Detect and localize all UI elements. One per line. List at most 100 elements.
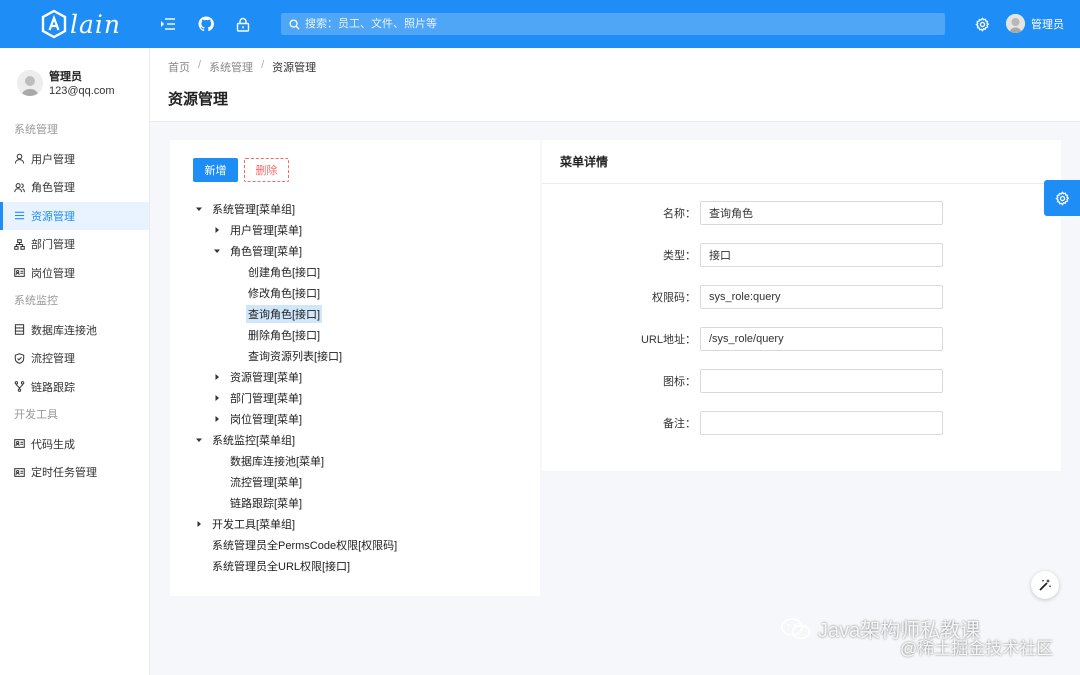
logo-text: lain [70,9,121,39]
tree-node-label[interactable]: 系统管理员全URL权限[接口] [210,557,352,575]
tree-node-label[interactable]: 链路跟踪[菜单] [228,494,304,512]
tree-node[interactable]: 数据库连接池[菜单] [170,450,540,471]
tree-node[interactable]: 系统管理员全URL权限[接口] [170,555,540,576]
sidebar-item-resources[interactable]: 资源管理 [0,201,149,230]
sidebar-item-label: 用户管理 [31,153,75,166]
form-label: 备注： [663,418,696,430]
tree-node-label[interactable]: 查询资源列表[接口] [246,347,344,365]
sidebar-item-label: 资源管理 [31,210,75,223]
sidebar-item-users[interactable]: 用户管理 [0,145,149,174]
caret-right-icon[interactable] [211,371,223,383]
resource-tree-card: 新增 删除 系统管理[菜单组] 用户管理[菜单] 角色管理[菜单] 创建角色[接口] 修… [170,140,540,596]
detail-title: 菜单详情 [542,140,1061,184]
form-label: URL地址： [640,334,696,346]
form-input[interactable] [700,243,943,267]
tree-node[interactable]: 创建角色[接口] [170,261,540,282]
tree-node-label[interactable]: 岗位管理[菜单] [228,410,304,428]
menu-icon [14,210,25,221]
sidebar-item-db-pool[interactable]: 数据库连接池 [0,316,149,345]
settings-gear-icon[interactable] [972,14,992,34]
sidebar-item-flow-control[interactable]: 流控管理 [0,344,149,373]
sidebar-item-label: 链路跟踪 [31,381,75,394]
sidebar-item-label: 部门管理 [31,239,75,252]
tree-node[interactable]: 资源管理[菜单] [170,366,540,387]
tree-node-label[interactable]: 数据库连接池[菜单] [228,452,326,470]
tree-node[interactable]: 岗位管理[菜单] [170,408,540,429]
sidebar-user-card: 管理员 123@qq.com [0,48,149,116]
tree-node-label[interactable]: 修改角色[接口] [246,284,322,302]
tree-node-label[interactable]: 开发工具[菜单组] [210,515,297,533]
sidebar-item-label: 定时任务管理 [31,467,97,480]
form-row: 备注： [542,411,1061,435]
avatar[interactable] [17,70,43,96]
tree-node[interactable]: 部门管理[菜单] [170,387,540,408]
form-input[interactable] [700,285,943,309]
settings-gear-icon [1054,190,1069,206]
top-navbar: lain 管理员 [0,0,1080,48]
tree-node-label[interactable]: 删除角色[接口] [246,326,322,344]
tree-node-label[interactable]: 系统监控[菜单组] [210,431,297,449]
breadcrumb-home[interactable]: 首页 [168,59,190,75]
tree-node-label[interactable]: 角色管理[菜单] [228,242,304,260]
caret-down-icon[interactable] [193,203,205,215]
nav-group-title: 系统监控 [14,295,58,307]
tree-node-label[interactable]: 流控管理[菜单] [228,473,304,491]
tree-node[interactable]: 链路跟踪[菜单] [170,492,540,513]
sidebar-item-positions[interactable]: 岗位管理 [0,259,149,288]
nav-group-title: 系统管理 [14,124,58,136]
tree-node-label[interactable]: 系统管理员全PermsCode权限[权限码] [210,536,399,554]
search-input[interactable] [305,18,905,30]
tree-node-label[interactable]: 部门管理[菜单] [228,389,304,407]
tree-node[interactable]: 查询角色[接口] [170,303,540,324]
sidebar-item-codegen[interactable]: 代码生成 [0,430,149,459]
tree-node-label[interactable]: 创建角色[接口] [246,263,322,281]
tree-node[interactable]: 流控管理[菜单] [170,471,540,492]
tree-node-label[interactable]: 用户管理[菜单] [228,221,304,239]
form-input[interactable] [700,201,943,225]
breadcrumb-system[interactable]: 系统管理 [209,59,253,75]
form-input[interactable] [700,411,943,435]
form-input[interactable] [700,327,943,351]
tree-node-label[interactable]: 系统管理[菜单组] [210,200,297,218]
caret-right-icon[interactable] [193,518,205,530]
page-header: 首页 / 系统管理 / 资源管理 资源管理 [150,48,1080,122]
caret-right-icon[interactable] [211,224,223,236]
tree-node-label-selected[interactable]: 查询角色[接口] [246,304,323,323]
caret-right-icon[interactable] [211,413,223,425]
sidebar: 管理员 123@qq.com 系统管理 用户管理 角色管理 资源管理 部门管理 … [0,48,150,675]
user-menu[interactable]: 管理员 [1006,14,1064,33]
collapse-menu-icon[interactable] [158,14,178,34]
caret-down-icon[interactable] [193,434,205,446]
theme-settings-button[interactable] [1044,180,1080,216]
tree-node[interactable]: 系统管理[菜单组] [170,198,540,219]
form-row: 类型： [542,243,1061,267]
menu-detail-card: 菜单详情 名称： 类型： 权限码： URL地址： 图标： 备注： [542,140,1061,471]
sidebar-item-departments[interactable]: 部门管理 [0,230,149,259]
tree-node[interactable]: 开发工具[菜单组] [170,513,540,534]
search-bar[interactable] [281,13,945,35]
tree-node[interactable]: 用户管理[菜单] [170,219,540,240]
tree-node-label[interactable]: 资源管理[菜单] [228,368,304,386]
tree-node[interactable]: 查询资源列表[接口] [170,345,540,366]
github-icon[interactable] [196,14,216,34]
tree-node[interactable]: 角色管理[菜单] [170,240,540,261]
sidebar-item-roles[interactable]: 角色管理 [0,173,149,202]
tree-node[interactable]: 系统管理员全PermsCode权限[权限码] [170,534,540,555]
sidebar-item-tracing[interactable]: 链路跟踪 [0,373,149,402]
form-input[interactable] [700,369,943,393]
sidebar-item-scheduler[interactable]: 定时任务管理 [0,458,149,487]
lock-icon[interactable] [233,14,253,34]
caret-right-icon[interactable] [211,392,223,404]
app-logo[interactable]: lain [40,9,121,39]
tree-node[interactable]: 修改角色[接口] [170,282,540,303]
tree-node[interactable]: 删除角色[接口] [170,324,540,345]
tree-node[interactable]: 系统监控[菜单组] [170,429,540,450]
wechat-icon [781,617,811,639]
magic-wand-button[interactable] [1031,571,1059,599]
delete-button[interactable]: 删除 [244,158,289,182]
add-button[interactable]: 新增 [193,158,238,182]
caret-down-icon[interactable] [211,245,223,257]
fork-icon [14,381,25,393]
